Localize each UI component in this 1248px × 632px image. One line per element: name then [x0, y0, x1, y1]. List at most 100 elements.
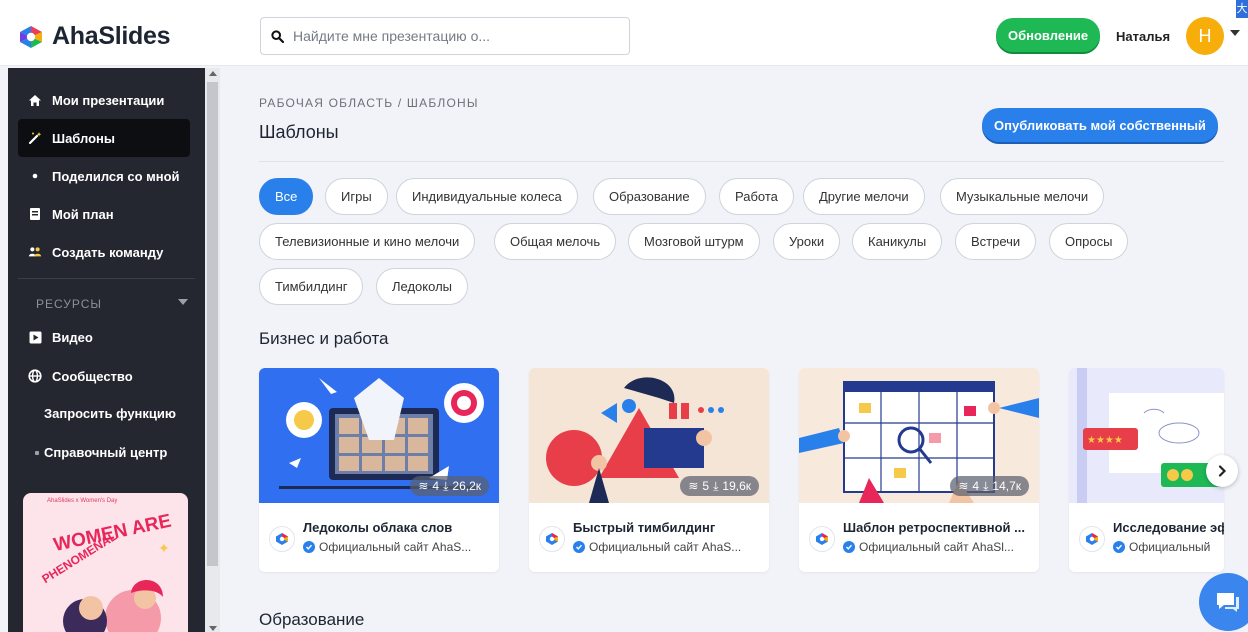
- help-icon: [35, 450, 39, 455]
- slide-count: 4: [432, 479, 440, 493]
- translate-badge-icon[interactable]: 大: [1236, 0, 1248, 18]
- author-logo-icon: [269, 526, 295, 552]
- top-bar: AhaSlides Обновление Наталья H 大: [0, 0, 1248, 66]
- page-title: Шаблоны: [259, 122, 339, 142]
- slides-icon: ≋: [958, 479, 969, 493]
- scroll-up-arrow-icon[interactable]: [209, 71, 217, 76]
- card-author: Официальный: [1113, 540, 1224, 554]
- sidebar-item-my-presentations[interactable]: Мои презентации: [18, 81, 190, 119]
- sidebar-item-templates[interactable]: Шаблоны: [18, 119, 190, 157]
- download-count: 19,6к: [722, 479, 751, 493]
- chip-all[interactable]: Все: [259, 178, 314, 215]
- promo-illustration: WOMEN ARE PHENOMENAL ✦: [39, 511, 173, 632]
- section-title-education: Образование: [259, 610, 365, 629]
- download-icon: ⤓: [983, 478, 989, 493]
- sidebar-item-create-team[interactable]: Создать команду: [18, 233, 190, 271]
- chip-holidays[interactable]: Каникулы: [852, 223, 943, 260]
- card-author: Официальный сайт AhaS...: [303, 540, 493, 554]
- verified-badge-icon: [843, 541, 855, 553]
- chip-general-trivia[interactable]: Общая мелочь: [494, 223, 617, 260]
- breadcrumb: РАБОЧАЯ ОБЛАСТЬ / ШАБЛОНЫ: [259, 96, 479, 110]
- author-logo-icon: [809, 526, 835, 552]
- chat-support-icon[interactable]: [1199, 573, 1248, 631]
- sidebar-item-shared-with-me[interactable]: Поделился со мной: [18, 157, 190, 195]
- card-thumbnail: ★★★★: [1069, 368, 1224, 503]
- chip-meetings[interactable]: Встречи: [955, 223, 1037, 260]
- user-menu-chevron-down-icon[interactable]: [1230, 30, 1240, 36]
- video-icon: [28, 330, 42, 344]
- promo-banner[interactable]: AhaSlides x Women's Day WOMEN ARE PHENOM…: [23, 493, 188, 632]
- chip-music-trivia[interactable]: Музыкальные мелочи: [940, 178, 1105, 215]
- search-input[interactable]: [293, 28, 613, 44]
- sidebar: Мои презентации Шаблоны Поделился со мно…: [8, 68, 205, 632]
- ahaslides-logo-icon: [20, 25, 42, 48]
- sidebar-item-my-plan[interactable]: Мой план: [18, 195, 190, 233]
- author-name: Официальный сайт AhaSl...: [859, 540, 1014, 554]
- resources-chevron-down-icon[interactable]: [178, 299, 188, 305]
- template-card[interactable]: ≋ 5 ⤓ 19,6к Быстрый тимбилдинг Официальн…: [529, 368, 769, 572]
- sidebar-item-label: Запросить функцию: [44, 406, 177, 421]
- template-card[interactable]: ★★★★ Исследование эф Официальный: [1069, 368, 1224, 572]
- upgrade-button[interactable]: Обновление: [996, 18, 1101, 52]
- card-title: Исследование эф: [1113, 520, 1224, 535]
- team-icon: [28, 245, 42, 259]
- card-title: Быстрый тимбилдинг: [573, 520, 716, 535]
- sidebar-item-community[interactable]: Сообщество: [18, 357, 190, 395]
- sidebar-item-help-center[interactable]: Справочный центр: [32, 445, 167, 460]
- magic-wand-icon: [28, 131, 42, 145]
- chip-polls[interactable]: Опросы: [1049, 223, 1129, 260]
- sidebar-item-video[interactable]: Видео: [18, 318, 190, 356]
- chip-education[interactable]: Образование: [593, 178, 706, 215]
- card-stats: ≋ 4 ⤓ 26,2к: [410, 476, 489, 496]
- sidebar-item-label: Видео: [52, 329, 93, 345]
- sidebar-item-label: Поделился со мной: [52, 168, 180, 184]
- chip-work[interactable]: Работа: [719, 178, 794, 215]
- template-card[interactable]: ≋ 4 ⤓ 14,7к Шаблон ретроспективной ... О…: [799, 368, 1039, 572]
- author-name: Официальный: [1129, 540, 1211, 554]
- chip-tv-movie-trivia[interactable]: Телевизионные и кино мелочи: [259, 223, 476, 260]
- sidebar-scrollbar[interactable]: [205, 68, 220, 632]
- publish-own-button[interactable]: Опубликовать мой собственный: [982, 108, 1218, 142]
- resources-section-label[interactable]: РЕСУРСЫ: [36, 297, 102, 311]
- chip-other-trivia[interactable]: Другие мелочи: [803, 178, 925, 215]
- sidebar-item-request-feature[interactable]: Запросить функцию: [44, 406, 176, 421]
- chip-icebreakers[interactable]: Ледоколы: [376, 268, 468, 305]
- download-count: 26,2к: [452, 479, 481, 493]
- template-card[interactable]: ≋ 4 ⤓ 26,2к Ледоколы облака слов Официал…: [259, 368, 499, 572]
- chip-lessons[interactable]: Уроки: [773, 223, 841, 260]
- slide-count: 4: [972, 479, 980, 493]
- slides-icon: ≋: [688, 479, 699, 493]
- globe-icon: [28, 369, 42, 383]
- chip-team-building[interactable]: Тимбилдинг: [259, 268, 364, 305]
- user-name[interactable]: Наталья: [1116, 29, 1170, 44]
- search-box[interactable]: [260, 17, 630, 55]
- card-author: Официальный сайт AhaS...: [573, 540, 763, 554]
- sidebar-item-label: Создать команду: [52, 244, 164, 260]
- main-content: РАБОЧАЯ ОБЛАСТЬ / ШАБЛОНЫ Шаблоны Опубли…: [220, 68, 1248, 632]
- chip-brainstorm[interactable]: Мозговой штурм: [628, 223, 760, 260]
- author-logo-icon: [1079, 526, 1105, 552]
- avatar[interactable]: H: [1186, 17, 1224, 55]
- card-stats: ≋ 4 ⤓ 14,7к: [950, 476, 1029, 496]
- download-icon: ⤓: [713, 478, 719, 493]
- sidebar-item-label: Справочный центр: [44, 445, 168, 460]
- svg-text:✦: ✦: [158, 540, 170, 556]
- author-logo-icon: [539, 526, 565, 552]
- divider: [259, 161, 1224, 162]
- scrollbar-thumb[interactable]: [207, 82, 218, 566]
- chip-games[interactable]: Игры: [325, 178, 388, 215]
- carousel-next-chevron-right-icon[interactable]: [1206, 455, 1238, 487]
- sidebar-item-label: Мой план: [52, 206, 114, 222]
- author-name: Официальный сайт AhaS...: [319, 540, 472, 554]
- scroll-down-arrow-icon[interactable]: [209, 626, 217, 631]
- app-name: AhaSlides: [52, 22, 171, 50]
- chip-custom-wheels[interactable]: Индивидуальные колеса: [396, 178, 578, 215]
- author-name: Официальный сайт AhaS...: [589, 540, 742, 554]
- card-stats: ≋ 5 ⤓ 19,6к: [680, 476, 759, 496]
- section-title-business: Бизнес и работа: [259, 329, 389, 348]
- verified-badge-icon: [1113, 541, 1125, 553]
- verified-badge-icon: [573, 541, 585, 553]
- svg-text:★★★★: ★★★★: [1087, 435, 1123, 446]
- download-count: 14,7к: [992, 479, 1021, 493]
- app-logo[interactable]: AhaSlides: [18, 22, 170, 51]
